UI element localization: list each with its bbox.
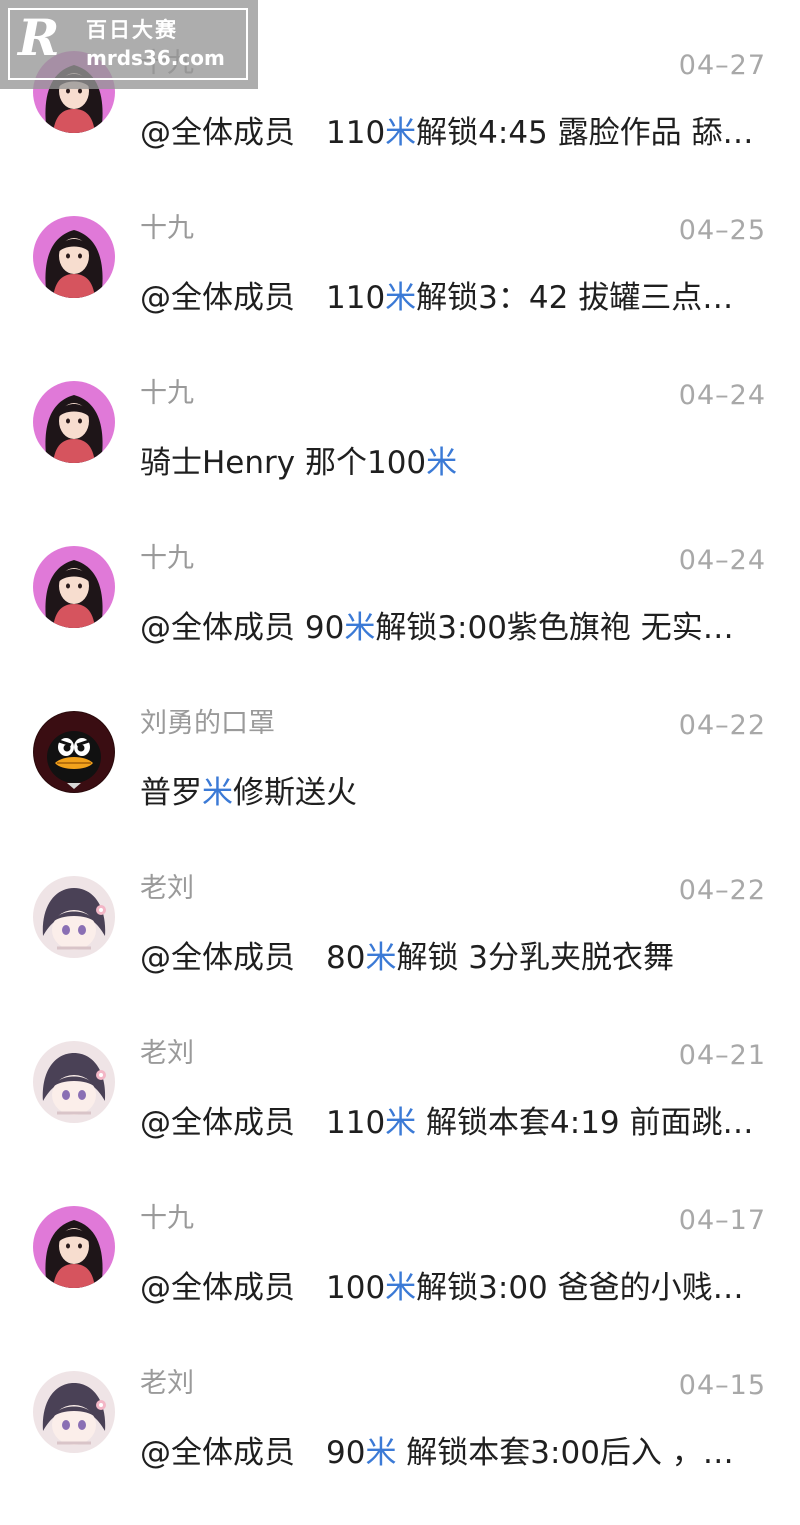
message-text: @全体成员 100 <box>140 1270 386 1306</box>
list-item[interactable]: 老刘 04–22 @全体成员 80米解锁 3分乳夹脱衣舞 <box>0 865 800 1030</box>
message-date: 04–22 <box>678 710 766 741</box>
message-preview: @全体成员 90米 解锁本套3:00后入 ，… <box>140 1431 770 1475</box>
sender-name: 老刘 <box>140 1038 194 1069</box>
message-text: 解锁3：42 拔罐三点… <box>416 280 734 316</box>
avatar[interactable] <box>33 1041 115 1123</box>
keyword-highlight: 米 <box>385 1270 417 1306</box>
sender-name: 十九 <box>140 213 194 244</box>
message-date: 04–15 <box>678 1370 766 1401</box>
anime-girl-avatar-icon <box>33 876 115 958</box>
message-date: 04–27 <box>678 50 766 81</box>
message-text: 修斯送火 <box>233 775 357 811</box>
message-text: @全体成员 80 <box>140 940 366 976</box>
message-date: 04–25 <box>678 215 766 246</box>
keyword-highlight: 米 <box>202 775 233 811</box>
girl-qipao-avatar-icon <box>33 546 115 628</box>
keyword-highlight: 米 <box>385 280 417 316</box>
message-text: 解锁本套4:19 前面跳… <box>416 1105 754 1141</box>
message-preview: @全体成员 100米解锁3:00 爸爸的小贱… <box>140 1266 770 1310</box>
sender-name: 老刘 <box>140 873 194 904</box>
list-item[interactable]: 十九 04–24 @全体成员 90米解锁3:00紫色旗袍 无实… <box>0 535 800 700</box>
message-text: 普罗 <box>140 775 202 811</box>
message-text: 解锁3:00紫色旗袍 无实… <box>375 610 734 646</box>
girl-qipao-avatar-icon <box>33 381 115 463</box>
watermark-logo: R <box>18 8 60 67</box>
message-text: @全体成员 110 <box>140 280 386 316</box>
message-preview: @全体成员 110米 解锁本套4:19 前面跳… <box>140 1101 770 1145</box>
avatar[interactable] <box>33 1206 115 1288</box>
list-item[interactable]: 十九 04–24 骑士Henry 那个100米 <box>0 370 800 535</box>
message-date: 04–24 <box>678 380 766 411</box>
message-text: 骑士Henry 那个100 <box>140 445 427 481</box>
message-text: 解锁4:45 露脸作品 舔… <box>416 115 754 151</box>
message-text: @全体成员 110 <box>140 1105 386 1141</box>
sender-name: 十九 <box>140 543 194 574</box>
sender-name: 刘勇的口罩 <box>140 708 275 739</box>
avatar[interactable] <box>33 381 115 463</box>
keyword-highlight: 米 <box>385 1105 417 1141</box>
sender-name: 老刘 <box>140 1368 194 1399</box>
sender-name: 十九 <box>140 1203 194 1234</box>
message-date: 04–24 <box>678 545 766 576</box>
message-text: @全体成员 90 <box>140 1435 366 1471</box>
list-item[interactable]: 十九 04–17 @全体成员 100米解锁3:00 爸爸的小贱… <box>0 1195 800 1360</box>
avatar[interactable] <box>33 546 115 628</box>
keyword-highlight: 米 <box>426 445 458 481</box>
sender-name: 十九 <box>140 378 194 409</box>
girl-qipao-avatar-icon <box>33 1206 115 1288</box>
keyword-highlight: 米 <box>344 610 376 646</box>
avatar[interactable] <box>33 711 115 793</box>
watermark-url: mrds36.com <box>86 46 225 70</box>
message-date: 04–21 <box>678 1040 766 1071</box>
keyword-highlight: 米 <box>365 940 397 976</box>
message-preview: @全体成员 80米解锁 3分乳夹脱衣舞 <box>140 936 770 980</box>
avatar[interactable] <box>33 1371 115 1453</box>
message-preview: 普罗米修斯送火 <box>140 771 770 815</box>
watermark: R 百日大赛 mrds36.com <box>0 0 258 89</box>
message-preview: @全体成员 90米解锁3:00紫色旗袍 无实… <box>140 606 770 650</box>
list-item[interactable]: 老刘 04–15 @全体成员 90米 解锁本套3:00后入 ，… <box>0 1360 800 1525</box>
girl-qipao-avatar-icon <box>33 216 115 298</box>
avatar[interactable] <box>33 216 115 298</box>
list-item[interactable]: 老刘 04–21 @全体成员 110米 解锁本套4:19 前面跳… <box>0 1030 800 1195</box>
message-text: 解锁 3分乳夹脱衣舞 <box>396 940 675 976</box>
message-date: 04–22 <box>678 875 766 906</box>
avatar[interactable] <box>33 876 115 958</box>
message-text: @全体成员 90 <box>140 610 345 646</box>
list-item[interactable]: 十九 04–25 @全体成员 110米解锁3：42 拔罐三点… <box>0 205 800 370</box>
keyword-highlight: 米 <box>365 1435 397 1471</box>
anime-girl-avatar-icon <box>33 1371 115 1453</box>
message-text: @全体成员 110 <box>140 115 386 151</box>
anime-girl-avatar-icon <box>33 1041 115 1123</box>
list-item[interactable]: 刘勇的口罩 04–22 普罗米修斯送火 <box>0 700 800 865</box>
message-date: 04–17 <box>678 1205 766 1236</box>
keyword-highlight: 米 <box>385 115 417 151</box>
message-text: 解锁3:00 爸爸的小贱… <box>416 1270 744 1306</box>
message-preview: @全体成员 110米解锁4:45 露脸作品 舔… <box>140 111 770 155</box>
message-preview: 骑士Henry 那个100米 <box>140 441 770 485</box>
duck-avatar-icon <box>33 711 115 793</box>
message-text: 解锁本套3:00后入 ，… <box>396 1435 734 1471</box>
watermark-title: 百日大赛 <box>86 18 178 42</box>
message-preview: @全体成员 110米解锁3：42 拔罐三点… <box>140 276 770 320</box>
